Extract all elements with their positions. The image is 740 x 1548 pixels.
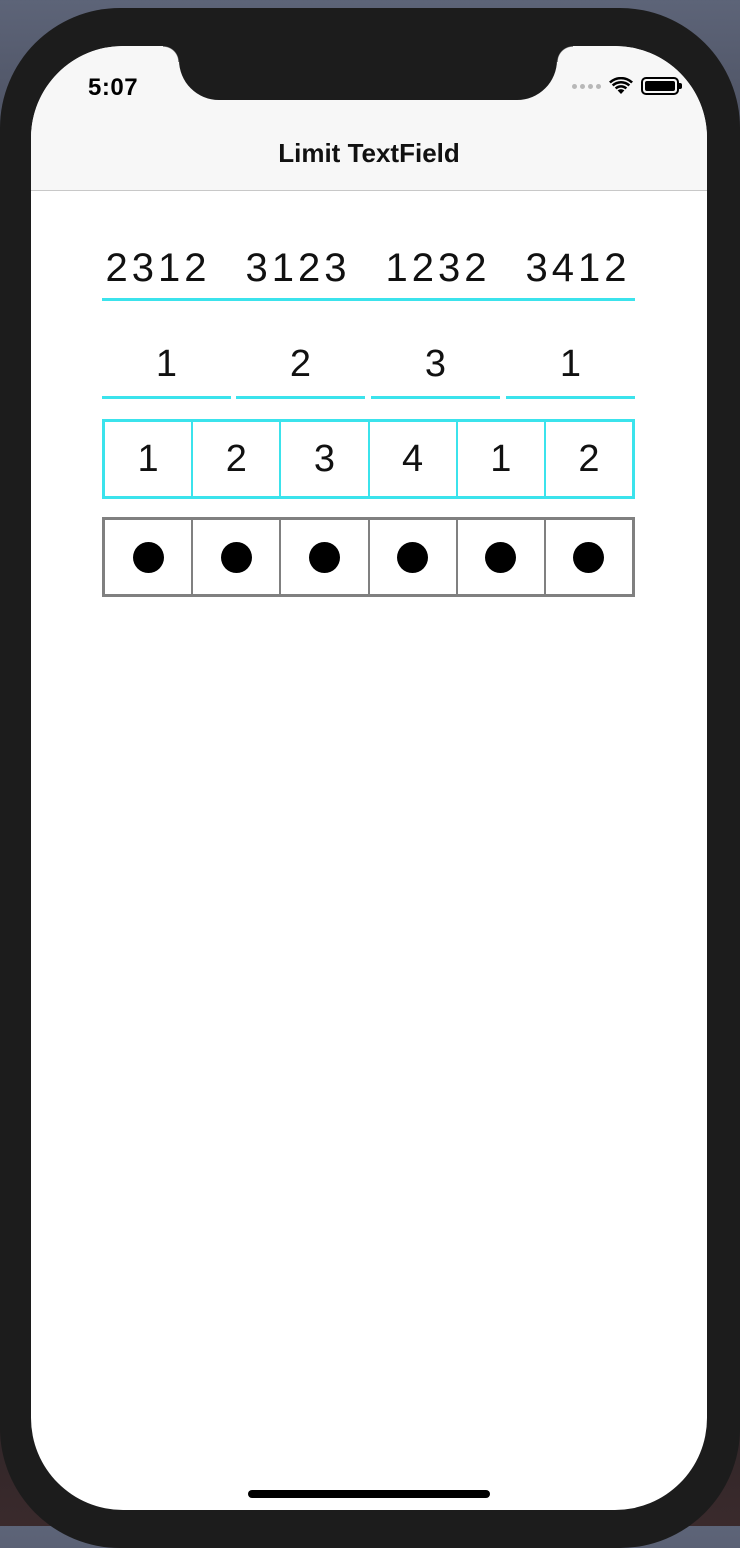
underline-digit-4: 1 xyxy=(506,336,635,399)
secure-digit-4 xyxy=(367,520,456,594)
secure-dot-icon xyxy=(485,541,517,573)
bordered-digit-4: 4 xyxy=(367,422,456,496)
secure-digit-3 xyxy=(279,520,367,594)
status-time: 5:07 xyxy=(88,74,139,101)
code-group-3: 1232 xyxy=(385,246,491,290)
secure-code-field[interactable] xyxy=(102,517,635,597)
code-group-2: 3123 xyxy=(245,246,351,290)
wifi-icon xyxy=(609,77,633,94)
secure-digit-1 xyxy=(105,520,191,594)
secure-dot-icon xyxy=(397,541,429,573)
bordered-digit-2: 2 xyxy=(191,422,279,496)
secure-dot-icon xyxy=(573,541,605,573)
underline-digit-1: 1 xyxy=(102,336,231,399)
underline-digit-3: 3 xyxy=(371,336,500,399)
code-group-4: 3412 xyxy=(525,246,631,290)
grouped-code-field[interactable]: 2312 3123 1232 3412 xyxy=(102,238,635,301)
screen: 5:07 Limit TextField 2312 3123 1232 3412… xyxy=(31,46,707,1510)
status-icons xyxy=(572,76,682,96)
underline-digit-2: 2 xyxy=(236,336,365,399)
device-frame: 5:07 Limit TextField 2312 3123 1232 3412… xyxy=(0,8,740,1548)
secure-dot-icon xyxy=(132,541,164,573)
camera-notch xyxy=(163,46,573,100)
secure-dot-icon xyxy=(220,541,252,573)
code-group-1: 2312 xyxy=(105,246,211,290)
secure-digit-5 xyxy=(455,520,544,594)
page-title: Limit TextField xyxy=(278,138,460,168)
bordered-digit-3: 3 xyxy=(279,422,367,496)
underline-code-field[interactable]: 1 2 3 1 xyxy=(102,336,635,402)
signal-icon xyxy=(572,83,601,89)
secure-digit-2 xyxy=(191,520,279,594)
bordered-digit-6: 2 xyxy=(543,422,632,496)
secure-dot-icon xyxy=(308,541,340,573)
bordered-code-field[interactable]: 1 2 3 4 1 2 xyxy=(102,419,635,499)
bordered-digit-1: 1 xyxy=(137,437,159,480)
battery-icon xyxy=(641,77,682,95)
bordered-digit-5: 1 xyxy=(455,422,544,496)
home-indicator[interactable] xyxy=(248,1490,490,1498)
secure-digit-6 xyxy=(543,520,632,594)
